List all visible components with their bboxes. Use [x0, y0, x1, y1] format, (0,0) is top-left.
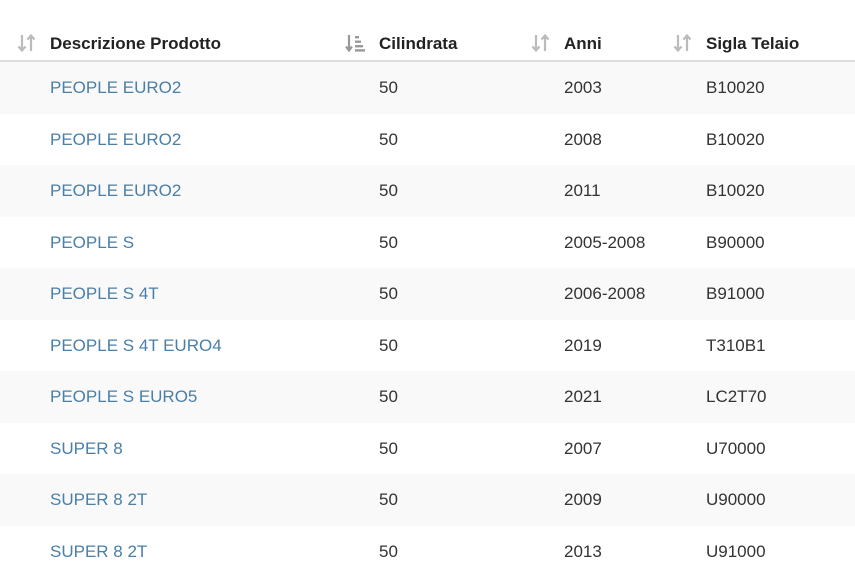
table-row: PEOPLE EURO2 50 2003 B10020 — [0, 62, 855, 114]
table-row: SUPER 8 50 2007 U70000 — [0, 422, 855, 474]
sigla-telaio-cell: LC2T70 — [706, 387, 767, 406]
table-row: PEOPLE EURO2 50 2008 B10020 — [0, 113, 855, 165]
table-row: PEOPLE S 4T 50 2006-2008 B91000 — [0, 268, 855, 320]
product-link[interactable]: PEOPLE S 4T — [50, 283, 159, 305]
product-link[interactable]: PEOPLE EURO2 — [50, 129, 181, 151]
anni-cell: 2007 — [564, 438, 602, 458]
product-link[interactable]: PEOPLE EURO2 — [50, 77, 181, 99]
sigla-telaio-cell: B10020 — [706, 129, 765, 149]
table-row: PEOPLE S EURO5 50 2021 LC2T70 — [0, 371, 855, 423]
product-table: Descrizione Prodotto Cilindrata Anni Sig… — [0, 0, 855, 577]
anni-cell: 2021 — [564, 387, 602, 406]
sigla-telaio-cell: B10020 — [706, 181, 765, 200]
sigla-telaio-cell: U90000 — [706, 490, 766, 509]
cilindrata-cell: 50 — [379, 232, 398, 252]
cilindrata-cell: 50 — [379, 541, 398, 561]
cilindrata-cell: 50 — [379, 181, 398, 200]
product-link[interactable]: SUPER 8 2T — [50, 541, 147, 563]
table-row: SUPER 8 2T 50 2013 U91000 — [0, 525, 855, 577]
table-row: PEOPLE S 4T EURO4 50 2019 T310B1 — [0, 319, 855, 371]
product-link[interactable]: PEOPLE S — [50, 232, 134, 254]
anni-cell: 2019 — [564, 335, 602, 355]
cilindrata-cell: 50 — [379, 129, 398, 149]
product-link[interactable]: PEOPLE S 4T EURO4 — [50, 335, 222, 357]
anni-cell: 2003 — [564, 78, 602, 97]
anni-cell: 2011 — [564, 181, 601, 200]
sort-neutral-icon[interactable] — [531, 33, 551, 53]
sort-amount-down-icon[interactable] — [345, 33, 365, 53]
table-row: SUPER 8 2T 50 2009 U90000 — [0, 474, 855, 526]
column-header-cilindrata[interactable]: Cilindrata — [379, 33, 457, 55]
anni-cell: 2008 — [564, 129, 602, 149]
table-row: PEOPLE EURO2 50 2011 B10020 — [0, 165, 855, 217]
product-link[interactable]: PEOPLE S EURO5 — [50, 386, 197, 408]
cilindrata-cell: 50 — [379, 335, 398, 355]
sigla-telaio-cell: B91000 — [706, 284, 765, 303]
table-body: PEOPLE EURO2 50 2003 B10020 PEOPLE EURO2… — [0, 62, 855, 577]
anni-cell: 2013 — [564, 541, 602, 561]
cilindrata-cell: 50 — [379, 438, 398, 458]
product-link[interactable]: SUPER 8 2T — [50, 489, 147, 511]
anni-cell: 2005-2008 — [564, 232, 646, 252]
cilindrata-cell: 50 — [379, 78, 398, 97]
sigla-telaio-cell: B90000 — [706, 232, 765, 252]
sigla-telaio-cell: B10020 — [706, 78, 765, 97]
anni-cell: 2009 — [564, 490, 602, 509]
cilindrata-cell: 50 — [379, 490, 398, 509]
column-header-sigla-telaio[interactable]: Sigla Telaio — [706, 33, 799, 55]
cilindrata-cell: 50 — [379, 387, 398, 406]
column-header-descrizione[interactable]: Descrizione Prodotto — [50, 33, 221, 55]
sort-neutral-icon[interactable] — [673, 33, 693, 53]
product-link[interactable]: SUPER 8 — [50, 438, 123, 460]
table-row: PEOPLE S 50 2005-2008 B90000 — [0, 216, 855, 268]
sigla-telaio-cell: U91000 — [706, 541, 766, 561]
sort-neutral-icon[interactable] — [17, 33, 37, 53]
sigla-telaio-cell: T310B1 — [706, 335, 766, 355]
table-header: Descrizione Prodotto Cilindrata Anni Sig… — [0, 0, 855, 62]
sigla-telaio-cell: U70000 — [706, 438, 766, 458]
cilindrata-cell: 50 — [379, 284, 398, 303]
column-header-anni[interactable]: Anni — [564, 33, 602, 55]
anni-cell: 2006-2008 — [564, 284, 646, 303]
product-link[interactable]: PEOPLE EURO2 — [50, 180, 181, 202]
